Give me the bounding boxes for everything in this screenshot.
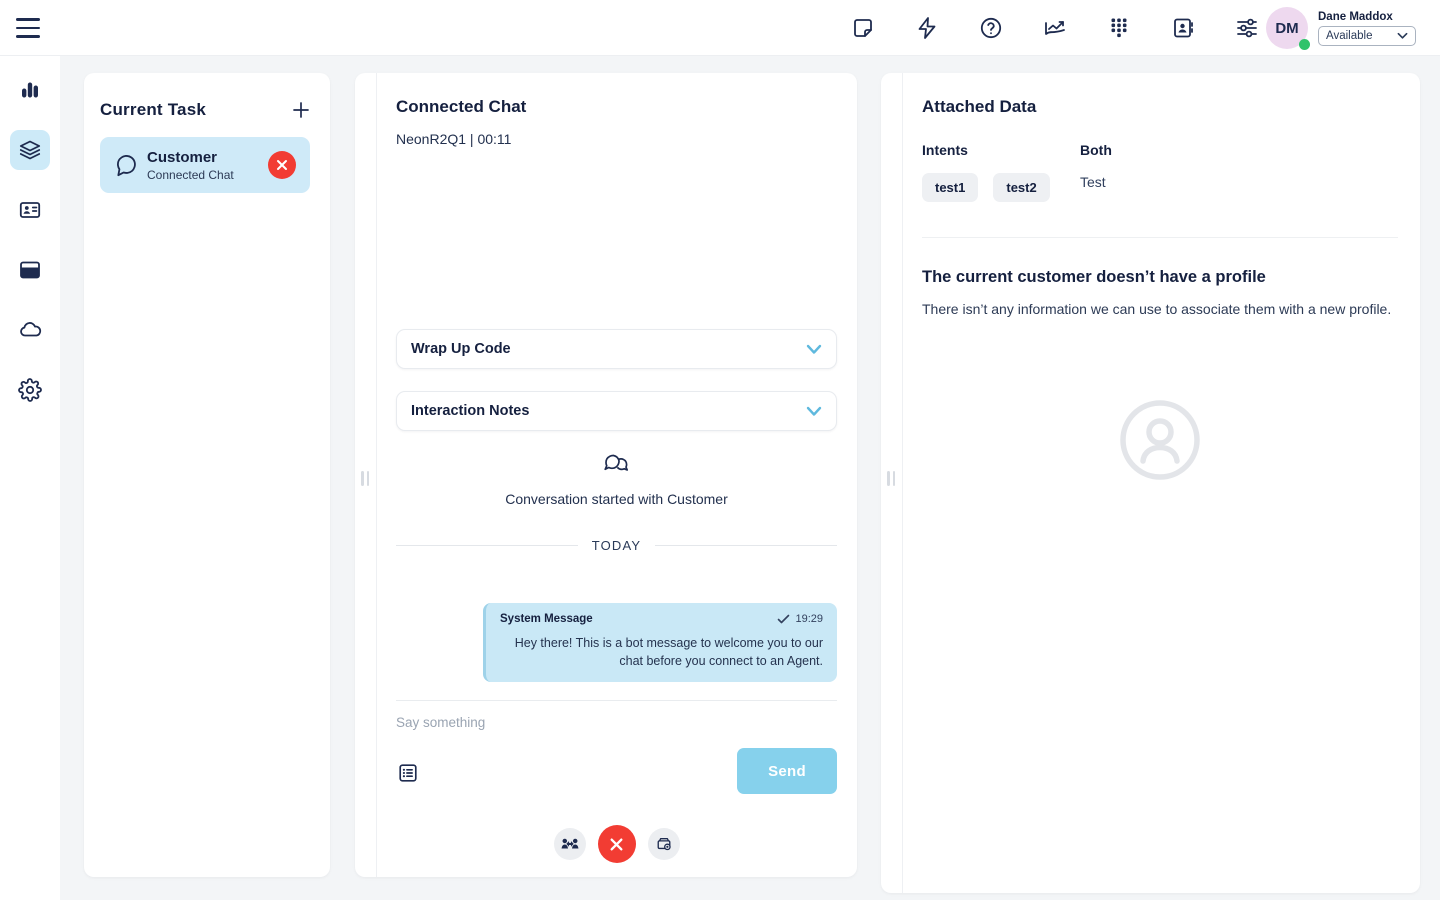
close-icon [609,837,624,852]
interaction-notes-label: Interaction Notes [411,403,529,419]
wrap-up-code-label: Wrap Up Code [411,341,511,357]
avatar[interactable]: DM [1266,7,1308,49]
quick-replies-icon[interactable] [396,761,420,785]
user-box: DM Dane Maddox Available [1266,6,1432,50]
end-chat-button[interactable] [598,825,636,863]
avatar-initials: DM [1275,20,1298,37]
analytics-icon[interactable] [1042,15,1068,41]
chat-session-info: NeonR2Q1 | 00:11 [396,131,511,147]
chat-bubble-icon [114,153,138,177]
attached-data-title: Attached Data [922,97,1036,117]
quick-launch-icon[interactable] [914,15,940,41]
message-input[interactable] [396,709,837,735]
intents-group: Intents test1 test2 [922,142,1050,202]
day-divider: TODAY [396,538,837,553]
status-select[interactable]: Available [1318,26,1416,46]
user-name: Dane Maddox [1318,11,1416,23]
panel-resize-gutter [881,73,903,893]
send-button[interactable]: Send [737,748,837,794]
help-icon[interactable] [978,15,1004,41]
attached-data-panel: Attached Data Intents test1 test2 Both T… [881,73,1420,893]
conversation-start-text: Conversation started with Customer [396,491,837,507]
online-status-dot [1299,39,1310,50]
both-label: Both [1080,142,1112,158]
preferences-icon[interactable] [1234,15,1260,41]
task-stack-icon[interactable] [10,130,50,170]
current-task-panel: Current Task Customer Connected Chat [84,73,330,877]
chevron-down-icon [806,406,822,417]
both-value: Test [1080,174,1112,190]
current-task-title: Current Task [100,100,206,120]
chevron-down-icon [806,344,822,355]
transfer-icon[interactable] [554,828,586,860]
intent-chip[interactable]: test1 [922,173,978,202]
interaction-notes-accordion[interactable]: Interaction Notes [396,391,837,431]
message-sender: System Message [500,613,593,625]
chat-bubbles-icon [603,453,631,477]
resize-handle[interactable] [887,471,895,486]
chat-title: Connected Chat [396,97,526,117]
no-profile-text: There isn’t any information we can use t… [922,299,1394,320]
app-root: DM Dane Maddox Available [0,0,1440,900]
profile-placeholder-icon [1118,398,1202,482]
message-text: Hey there! This is a bot message to welc… [500,634,823,670]
cloud-icon[interactable] [10,310,50,350]
task-item-customer[interactable]: Customer Connected Chat [100,137,310,193]
conversation-start-note: Conversation started with Customer [396,453,837,507]
browser-icon[interactable] [10,250,50,290]
delivered-check-icon [777,614,790,624]
intent-chip[interactable]: test2 [993,173,1049,202]
masking-icon[interactable] [648,828,680,860]
intents-label: Intents [922,142,1050,158]
chevron-down-icon [1397,32,1408,40]
day-divider-label: TODAY [592,538,642,553]
task-type: Connected Chat [147,168,234,182]
side-rail [0,56,60,900]
composer-divider [396,700,837,701]
chat-panel: Connected Chat NeonR2Q1 | 00:11 Wrap Up … [355,73,857,877]
top-bar: DM Dane Maddox Available [0,0,1440,56]
end-task-button[interactable] [268,151,296,179]
wrap-up-code-accordion[interactable]: Wrap Up Code [396,329,837,369]
directory-icon[interactable] [10,190,50,230]
note-icon[interactable] [850,15,876,41]
close-icon [276,159,288,171]
section-divider [922,237,1398,238]
status-select-value: Available [1326,30,1372,42]
add-task-icon[interactable] [288,97,314,123]
resize-handle[interactable] [361,471,369,486]
panel-resize-gutter [355,73,377,877]
no-profile-title: The current customer doesn’t have a prof… [922,268,1266,287]
statistics-icon[interactable] [10,70,50,110]
dialpad-icon[interactable] [1106,15,1132,41]
both-group: Both Test [1080,142,1112,190]
hamburger-menu-icon[interactable] [16,14,44,42]
message-time: 19:29 [795,613,823,625]
settings-icon[interactable] [10,370,50,410]
chat-action-bar [396,825,837,863]
top-toolbar [850,0,1260,56]
address-book-icon[interactable] [1170,15,1196,41]
task-name: Customer [147,149,234,166]
system-message-bubble: System Message 19:29 Hey there! This is … [483,603,837,682]
